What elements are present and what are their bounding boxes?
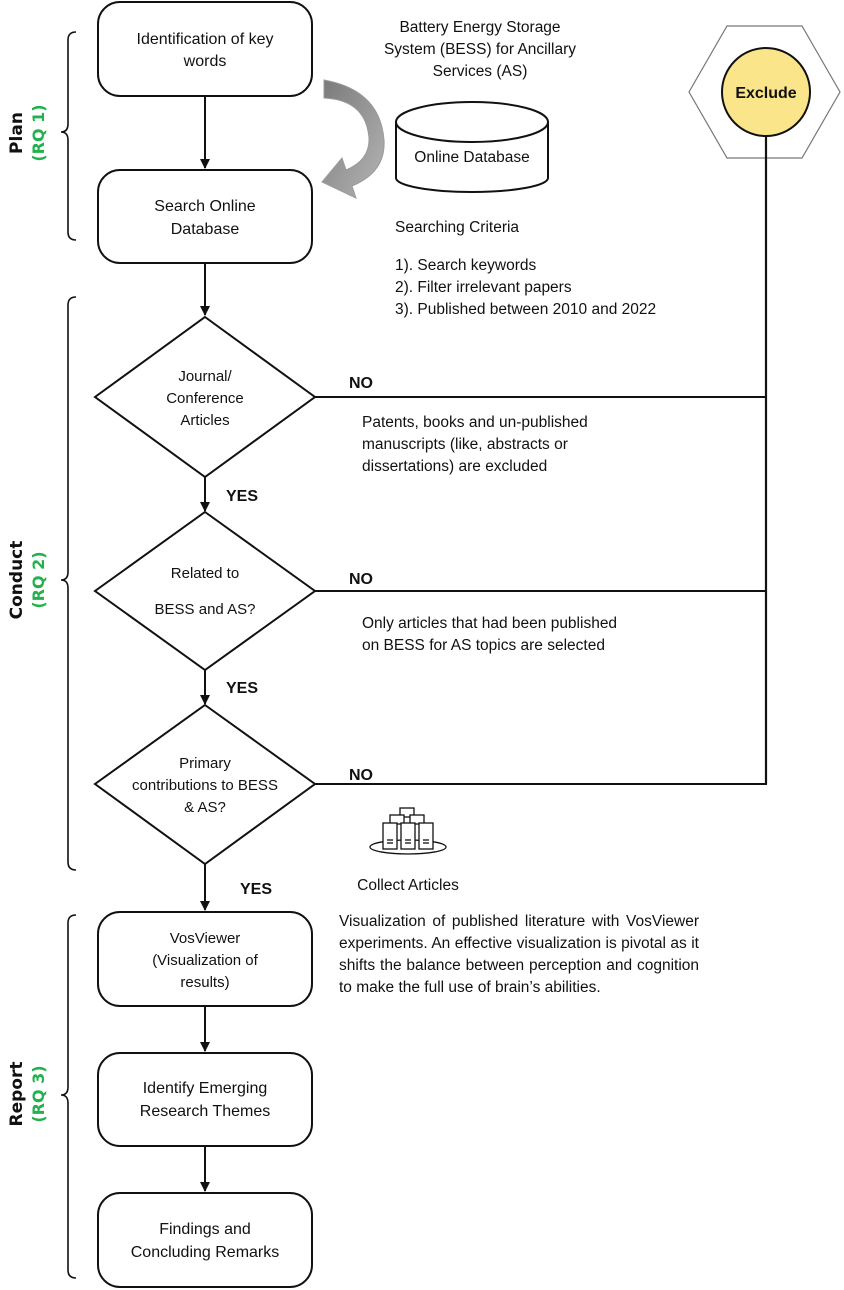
decision-line: Conference (166, 390, 244, 407)
topic-line: Battery Energy Storage (399, 19, 560, 36)
phase-name: Conduct (7, 541, 27, 620)
criteria-item: 2). Filter irrelevant papers (395, 279, 572, 296)
no-label: NO (349, 571, 373, 588)
search-database-box: Search Online Database (97, 169, 313, 264)
phase-rq: (RQ 2) (29, 551, 48, 608)
phase-plan-label: Plan (RQ 1) (7, 104, 48, 161)
phase-conduct-label: Conduct (RQ 2) (7, 541, 48, 620)
decision-line: contributions to BESS (132, 777, 278, 794)
exclusion-note-journal: Patents, books and un-published manuscri… (362, 414, 588, 475)
topic-line: Services (AS) (433, 63, 528, 80)
yes-label: YES (240, 881, 272, 898)
decision-line: Journal/ (178, 368, 232, 385)
box-line: results) (180, 974, 229, 991)
server-stack-icon (369, 807, 447, 855)
identification-box: Identification of key words (97, 1, 313, 97)
note-line: Patents, books and un-published (362, 414, 588, 431)
criteria-title: Searching Criteria (395, 219, 519, 236)
phase-name: Plan (7, 112, 27, 154)
yes-label: YES (226, 680, 258, 697)
note-line: on BESS for AS topics are selected (362, 637, 605, 654)
report-brace (60, 914, 77, 1279)
box-line: (Visualization of (152, 952, 258, 969)
plan-brace (60, 31, 77, 241)
phase-rq: (RQ 1) (29, 104, 48, 161)
box-line: Identify Emerging (143, 1080, 268, 1097)
decision-line: & AS? (184, 799, 226, 816)
findings-box: Findings and Concluding Remarks (97, 1192, 313, 1288)
decision-line: Articles (180, 412, 229, 429)
decision-line: BESS and AS? (155, 601, 256, 618)
database-icon: Online Database (395, 101, 549, 193)
box-line: Research Themes (140, 1103, 270, 1120)
box-line: VosViewer (170, 930, 241, 947)
phase-report-label: Report (RQ 3) (7, 1062, 48, 1127)
criteria-item: 1). Search keywords (395, 257, 537, 274)
note-line: Only articles that had been published (362, 615, 617, 632)
database-label: Online Database (414, 149, 529, 166)
decision-line: Related to (171, 565, 239, 582)
exclude-node: Exclude (688, 25, 841, 159)
decision-related: Related to BESS and AS? (93, 510, 317, 672)
searching-criteria: Searching Criteria 1). Search keywords 2… (395, 219, 656, 318)
box-line: Concluding Remarks (131, 1244, 280, 1261)
box-line: Identification of key (137, 31, 274, 48)
box-line: Database (171, 221, 240, 238)
visualization-note: Visualization of published literature wi… (339, 913, 699, 996)
yes-label: YES (226, 488, 258, 505)
vosviewer-box: VosViewer (Visualization of results) (97, 911, 313, 1007)
collect-articles-label: Collect Articles (357, 877, 459, 894)
topic-title: Battery Energy Storage System (BESS) for… (384, 19, 576, 80)
note-line: manuscripts (like, abstracts or (362, 436, 568, 453)
box-line: Search Online (154, 198, 255, 215)
identify-themes-box: Identify Emerging Research Themes (97, 1052, 313, 1147)
exclude-label: Exclude (735, 85, 796, 102)
topic-line: System (BESS) for Ancillary (384, 41, 576, 58)
decision-line: Primary (179, 755, 231, 772)
no-label: NO (349, 375, 373, 392)
note-line: dissertations) are excluded (362, 458, 547, 475)
phase-rq: (RQ 3) (29, 1065, 48, 1122)
curved-arrow-icon (321, 79, 385, 199)
box-line: Findings and (159, 1221, 251, 1238)
phase-name: Report (7, 1062, 27, 1127)
criteria-item: 3). Published between 2010 and 2022 (395, 301, 656, 318)
no-label: NO (349, 767, 373, 784)
box-line: words (183, 53, 227, 70)
flowchart: Plan (RQ 1) Conduct (RQ 2) Report (RQ 3)… (7, 1, 841, 1288)
decision-journal: Journal/ Conference Articles (93, 315, 317, 479)
exclusion-note-related: Only articles that had been published on… (362, 615, 617, 654)
decision-primary: Primary contributions to BESS & AS? (93, 703, 317, 866)
conduct-brace (60, 296, 77, 871)
